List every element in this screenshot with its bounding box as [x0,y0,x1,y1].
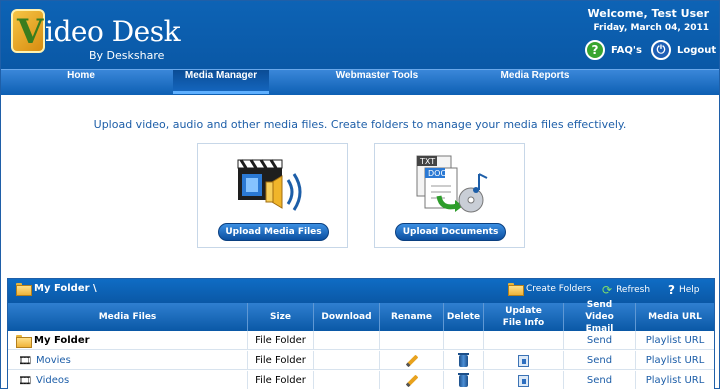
breadcrumb-label: My Folder \ [34,283,97,294]
folder-name[interactable]: Movies [36,355,71,366]
send-link[interactable]: Send [564,331,636,350]
logo-title: ideo Desk [45,15,181,48]
col-delete: Delete [444,303,484,331]
logo[interactable]: V ideo Desk By Deskshare [11,7,181,63]
create-folders-label: Create Folders [526,283,592,294]
logo-subtitle: By Deskshare [89,49,165,62]
current-date: Friday, March 04, 2011 [593,23,709,33]
trash-icon[interactable] [458,352,469,367]
help-circle-icon: ? [585,40,605,60]
download-cell [314,371,380,389]
send-link[interactable]: Send [564,351,636,370]
row-name-cell: 🎞 Movies [8,351,248,370]
update-info-cell [484,371,564,389]
pencil-icon[interactable] [405,354,418,367]
file-info-icon[interactable] [518,374,529,387]
col-download: Download [314,303,380,331]
upload-media-files-button[interactable]: Upload Media Files [218,223,329,241]
power-icon: ⏻ [651,40,671,60]
pencil-icon[interactable] [405,374,418,387]
nav-media-reports[interactable]: Media Reports [489,70,581,94]
media-files-icon [237,159,302,211]
create-folder-icon [508,283,524,296]
film-folder-icon: 🎞 [18,374,32,387]
playlist-url-link[interactable]: Playlist URL [636,351,714,370]
send-link[interactable]: Send [564,371,636,389]
rename-cell [380,351,444,370]
upload-documents-button[interactable]: Upload Documents [395,223,506,241]
rename-cell [380,371,444,389]
download-cell [314,351,380,370]
table-row[interactable]: 🎞 Movies File Folder Send Playlist URL [8,351,714,370]
documents-icon: TXT DOC [416,155,488,213]
logout-label: Logout [677,44,717,56]
playlist-url-link[interactable]: Playlist URL [636,371,714,389]
header: V ideo Desk By Deskshare Welcome, Test U… [1,1,719,69]
col-media-files[interactable]: Media Files [8,303,248,331]
upload-media-card[interactable]: Upload Media Files [197,143,348,248]
film-folder-icon: 🎞 [18,354,32,367]
table-row[interactable]: My Folder File Folder Send Playlist URL [8,331,714,350]
col-media-url: Media URL [648,312,702,322]
breadcrumb[interactable]: My Folder \ [16,283,97,296]
download-cell [314,331,380,350]
rename-cell [380,331,444,350]
size-cell: File Folder [248,351,314,370]
nav-webmaster-tools[interactable]: Webmaster Tools [327,70,427,94]
table-row[interactable]: 🎞 Videos File Folder Send Playlist URL [8,371,714,389]
folder-icon [16,335,32,348]
welcome-text: Welcome, Test User [587,7,709,20]
trash-icon[interactable] [458,372,469,387]
help-label: Help [678,285,700,295]
faq-label: FAQ's [611,44,642,56]
col-send-video-email: Send Video Email [564,300,636,334]
playlist-url-link[interactable]: Playlist URL [636,331,714,350]
size-cell: File Folder [248,331,314,350]
folder-icon [16,283,32,296]
folder-panel: My Folder \ Create Folders ⟳ Refresh ? H… [7,278,715,389]
logout-link[interactable]: ⏻ Logout [651,39,716,61]
row-name-cell: 🎞 Videos [8,371,248,389]
refresh-button[interactable]: ⟳ Refresh [602,283,650,297]
doc-tag: DOC [428,169,446,178]
folder-name[interactable]: Videos [36,375,69,386]
folder-name[interactable]: My Folder [34,335,90,346]
upload-documents-card[interactable]: TXT DOC Upload Documents [374,143,525,248]
video-desk-app: V ideo Desk By Deskshare Welcome, Test U… [0,0,720,389]
size-cell: File Folder [248,371,314,389]
delete-cell [444,351,484,370]
delete-cell [444,371,484,389]
question-mark-icon: ? [668,283,675,297]
faq-link[interactable]: ? FAQ's [585,39,642,61]
refresh-icon: ⟳ [602,283,613,297]
col-size[interactable]: Size [248,303,314,331]
file-info-icon[interactable] [518,354,529,367]
col-update-file-info: Update File Info [484,303,564,331]
intro-text: Upload video, audio and other media file… [93,118,627,131]
logo-letter: V [17,12,44,52]
update-info-cell [484,331,564,350]
nav-media-manager[interactable]: Media Manager [173,70,269,94]
txt-tag: TXT [419,157,435,166]
update-info-cell [484,351,564,370]
row-name-cell: My Folder [8,331,248,350]
refresh-label: Refresh [616,285,651,295]
col-rename: Rename [380,303,444,331]
delete-cell [444,331,484,350]
logo-badge: V [11,9,45,53]
main-nav: Home Media Manager Webmaster Tools Media… [1,69,719,95]
create-folders-button[interactable]: Create Folders [508,283,592,296]
help-button[interactable]: ? Help [668,283,700,297]
nav-home[interactable]: Home [41,70,121,94]
table-header: Media Files Size Download Rename Delete … [8,300,714,334]
